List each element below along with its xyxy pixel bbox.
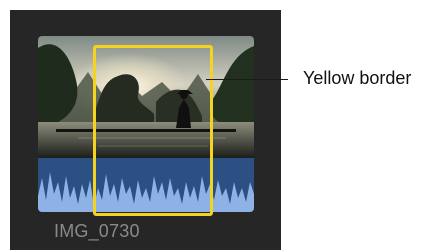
timeline-panel: IMG_0730 [10,10,281,250]
callout-label: Yellow border [303,68,412,88]
selection-border [93,45,213,216]
figure-root: IMG_0730 Yellow border [0,0,426,250]
clip-name: IMG_0730 [54,221,140,241]
callout-line [206,79,288,80]
